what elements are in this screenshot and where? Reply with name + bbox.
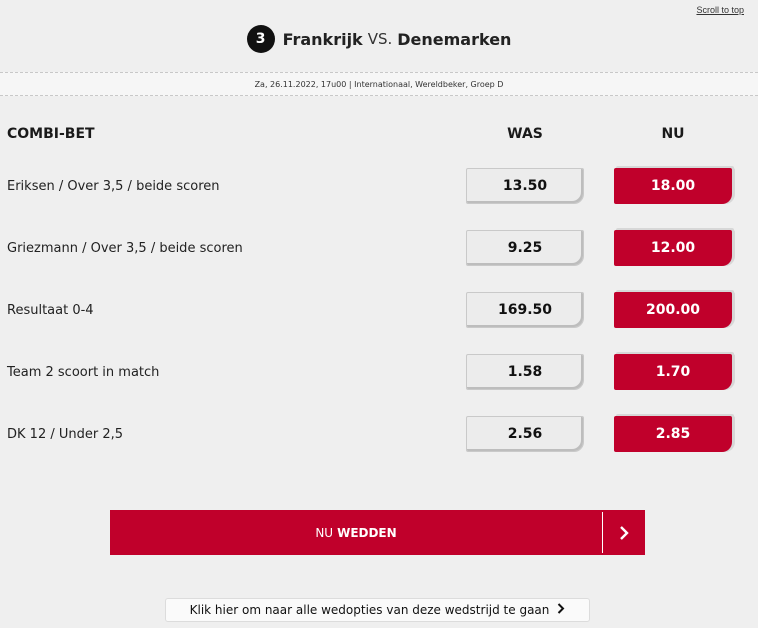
new-odds-button[interactable]: 2.85 — [614, 416, 732, 452]
new-odds-button[interactable]: 12.00 — [614, 230, 732, 266]
old-odds-box: 2.56 — [466, 416, 584, 452]
match-number-badge: 3 — [246, 25, 275, 53]
match-meta-bar: Za, 26.11.2022, 17u00 | Internationaal, … — [0, 72, 758, 96]
new-odds-button[interactable]: 200.00 — [614, 292, 732, 328]
combi-bet-header: COMBI-BET — [7, 126, 95, 142]
chevron-right-icon[interactable] — [603, 510, 645, 555]
old-odds-box: 1.58 — [466, 354, 584, 390]
new-odds-button[interactable]: 18.00 — [614, 168, 732, 204]
place-bet-main: WEDDEN — [337, 525, 397, 540]
old-odds-box: 9.25 — [466, 230, 584, 266]
place-bet-prefix: NU — [315, 525, 334, 540]
bet-row: Resultaat 0-4 169.50 200.00 — [0, 292, 758, 330]
old-odds-box: 169.50 — [466, 292, 584, 328]
was-column-header: WAS — [507, 126, 543, 142]
bet-row-label: Griezmann / Over 3,5 / beide scoren — [7, 241, 243, 256]
match-title: 3 Frankrijk VS. Denemarken — [246, 25, 512, 53]
new-odds-button[interactable]: 1.70 — [614, 354, 732, 390]
all-bet-options-label: Klik hier om naar alle wedopties van dez… — [189, 603, 550, 617]
bet-row-label: Team 2 scoort in match — [7, 365, 160, 380]
old-odds-box: 13.50 — [466, 168, 584, 204]
place-bet-label: NU WEDDEN — [110, 510, 602, 555]
bet-row: DK 12 / Under 2,5 2.56 2.85 — [0, 416, 758, 454]
bet-row: Griezmann / Over 3,5 / beide scoren 9.25… — [0, 230, 758, 268]
all-bet-options-link[interactable]: Klik hier om naar alle wedopties van dez… — [165, 598, 590, 622]
match-meta-text: Za, 26.11.2022, 17u00 | Internationaal, … — [254, 79, 504, 89]
away-team: Denemarken — [397, 29, 512, 49]
bet-row: Eriksen / Over 3,5 / beide scoren 13.50 … — [0, 168, 758, 206]
home-team: Frankrijk — [282, 29, 363, 49]
chevron-right-icon — [557, 603, 565, 617]
match-header: 3 Frankrijk VS. Denemarken — [0, 0, 758, 72]
place-bet-button[interactable]: NU WEDDEN — [110, 510, 645, 555]
bet-row-label: Resultaat 0-4 — [7, 303, 94, 318]
bet-row: Team 2 scoort in match 1.58 1.70 — [0, 354, 758, 392]
nu-column-header: NU — [661, 126, 685, 142]
versus-label: VS. — [367, 30, 393, 48]
bet-row-label: Eriksen / Over 3,5 / beide scoren — [7, 179, 220, 194]
bet-row-label: DK 12 / Under 2,5 — [7, 427, 124, 442]
